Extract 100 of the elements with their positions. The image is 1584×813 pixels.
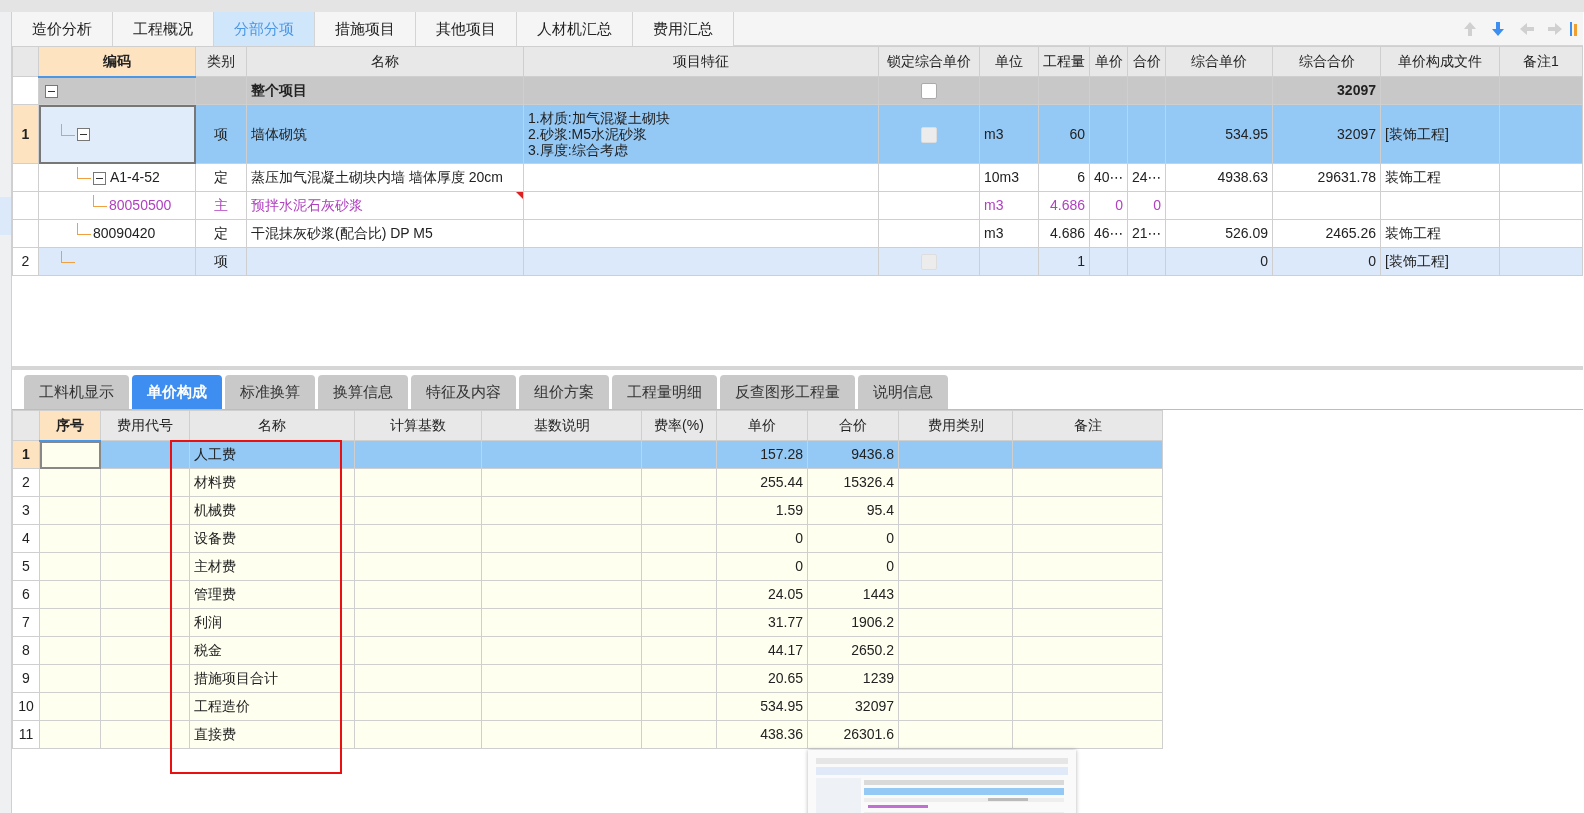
column-header[interactable]: 编码 [38,46,196,77]
checkbox[interactable] [921,83,937,100]
column-header[interactable]: 类别 [195,46,247,77]
table-row[interactable]: 80050500 主 预拌水泥石灰砂浆 m3 4.686 0 0 [12,191,1583,220]
price-text: 44.17 [716,636,808,665]
price-text: 26301.6 [807,720,899,749]
table-row[interactable]: 8 税金 44.17 2650.2 [12,636,1163,665]
column-header[interactable]: 单价 [1089,46,1128,77]
price-text: 29631.78 [1272,163,1381,192]
row-number: 11 [12,720,40,749]
column-header[interactable]: 工程量 [1038,46,1090,77]
tab[interactable]: 特征及内容 [411,375,516,409]
column-header[interactable]: 基数说明 [481,410,642,441]
name-text: 主材费 [189,552,355,581]
column-header[interactable]: 备注 [1012,410,1163,441]
tab[interactable]: 其他项目 [416,12,517,46]
column-header[interactable]: 名称 [189,410,355,441]
name-text: 蒸压加气混凝土砌块内墙 墙体厚度 20cm [251,169,503,185]
column-header[interactable]: 合价 [807,410,899,441]
name-text: 干混抹灰砂浆(配合比) DP M5 [251,225,433,241]
row-number: 3 [12,496,40,525]
table-row[interactable]: 2 项 1 0 0 [装饰工程] [12,247,1583,276]
name-text: 工程造价 [189,692,355,721]
name-text: 整个项目 [251,82,307,98]
column-header[interactable]: 单价构成文件 [1380,46,1500,77]
table-row[interactable]: 1 项 墙体砌筑 1.材质:加气混凝土砌块 2.砂浆:M5水泥砂浆 3.厚度:综合考虑 m3 60 534.95 32097 [装饰工程] [12,104,1583,164]
column-header[interactable]: 单位 [979,46,1039,77]
table-row[interactable]: 整个项目 32097 [12,76,1583,105]
tab[interactable]: 工料机显示 [24,375,129,409]
price-text: 0 [807,552,899,581]
table-row[interactable]: 80090420 定 干混抹灰砂浆(配合比) DP M5 m3 4.686 46⋯ 21⋯ 526.09 2465.26 装饰工程 [12,219,1583,248]
code-text: A1-4-52 [110,169,160,185]
column-header[interactable]: 备注1 [1499,46,1583,77]
tab[interactable]: 标准换算 [225,375,315,409]
tab[interactable]: 造价分析 [12,12,113,46]
feature-line: 3.厚度:综合考虑 [528,142,629,158]
tab[interactable]: 组价方案 [519,375,609,409]
name-text: 措施项目合计 [189,664,355,693]
column-header[interactable]: 费率(%) [641,410,717,441]
column-header[interactable]: 合价 [1127,46,1166,77]
table-row[interactable]: 2 材料费 255.44 15326.4 [12,468,1163,497]
row-number: 6 [12,580,40,609]
row-number: 9 [12,664,40,693]
price-text: 1443 [807,580,899,609]
collapse-icon[interactable] [77,128,90,142]
column-header[interactable]: 序号 [39,410,101,441]
column-header[interactable]: 单价 [716,410,808,441]
row-number: 1 [12,440,40,469]
column-header[interactable]: 项目特征 [523,46,879,77]
tree-connector [77,167,91,179]
price-text: 1239 [807,664,899,693]
tab[interactable]: 说明信息 [858,375,948,409]
table-row[interactable]: A1-4-52 定 蒸压加气混凝土砌块内墙 墙体厚度 20cm 10m3 6 40⋯ 24⋯ 4938.63 29631.78 装饰工程 [12,163,1583,192]
tab[interactable]: 费用汇总 [633,12,734,46]
name-text: 设备费 [189,524,355,553]
tab[interactable]: 人材机汇总 [517,12,633,46]
column-header[interactable]: 名称 [246,46,524,77]
table-row[interactable]: 9 措施项目合计 20.65 1239 [12,664,1163,693]
collapse-icon[interactable] [93,171,106,185]
table-row[interactable]: 11 直接费 438.36 26301.6 [12,720,1163,749]
tree-connector [77,223,91,235]
price-text: 0 [807,524,899,553]
quantity-text: 60 [1038,104,1090,164]
collapse-icon[interactable] [45,85,58,99]
column-header[interactable]: 费用代号 [100,410,190,441]
price-text: 32097 [1272,76,1381,105]
price-text: 0 [1165,247,1273,276]
name-text: 人工费 [189,440,355,469]
column-header[interactable]: 综合合价 [1272,46,1381,77]
price-text: 2650.2 [807,636,899,665]
tab[interactable]: 反查图形工程量 [720,375,855,409]
table-row[interactable]: 6 管理费 24.05 1443 [12,580,1163,609]
file-text: [装饰工程] [1380,247,1500,276]
column-header[interactable]: 费用类别 [898,410,1013,441]
unit-text: m3 [979,104,1039,164]
tab[interactable]: 措施项目 [315,12,416,46]
price-text: 255.44 [716,468,808,497]
table-row[interactable]: 10 工程造价 534.95 32097 [12,692,1163,721]
table-row[interactable]: 7 利润 31.77 1906.2 [12,608,1163,637]
name-text: 税金 [189,636,355,665]
unit-text: m3 [979,219,1039,248]
row-number: 2 [12,468,40,497]
table-row[interactable]: 3 机械费 1.59 95.4 [12,496,1163,525]
name-text: 墙体砌筑 [251,125,307,142]
column-header[interactable]: 计算基数 [354,410,482,441]
table-row[interactable]: 4 设备费 0 0 [12,524,1163,553]
feature-line: 2.砂浆:M5水泥砂浆 [528,126,648,142]
price-text: 526.09 [1165,219,1273,248]
name-text: 管理费 [189,580,355,609]
tab[interactable]: 换算信息 [318,375,408,409]
row-number: 10 [12,692,40,721]
code-text: 80090420 [93,225,156,241]
column-header[interactable]: 锁定综合单价 [878,46,980,77]
table-row[interactable]: 1 人工费 157.28 9436.8 [12,440,1163,469]
price-text: 32097 [1272,104,1381,164]
bars-icon[interactable] [1569,20,1579,38]
column-header[interactable]: 综合单价 [1165,46,1273,77]
tab[interactable]: 工程概况 [113,12,214,46]
table-row[interactable]: 5 主材费 0 0 [12,552,1163,581]
tab[interactable]: 工程量明细 [612,375,717,409]
